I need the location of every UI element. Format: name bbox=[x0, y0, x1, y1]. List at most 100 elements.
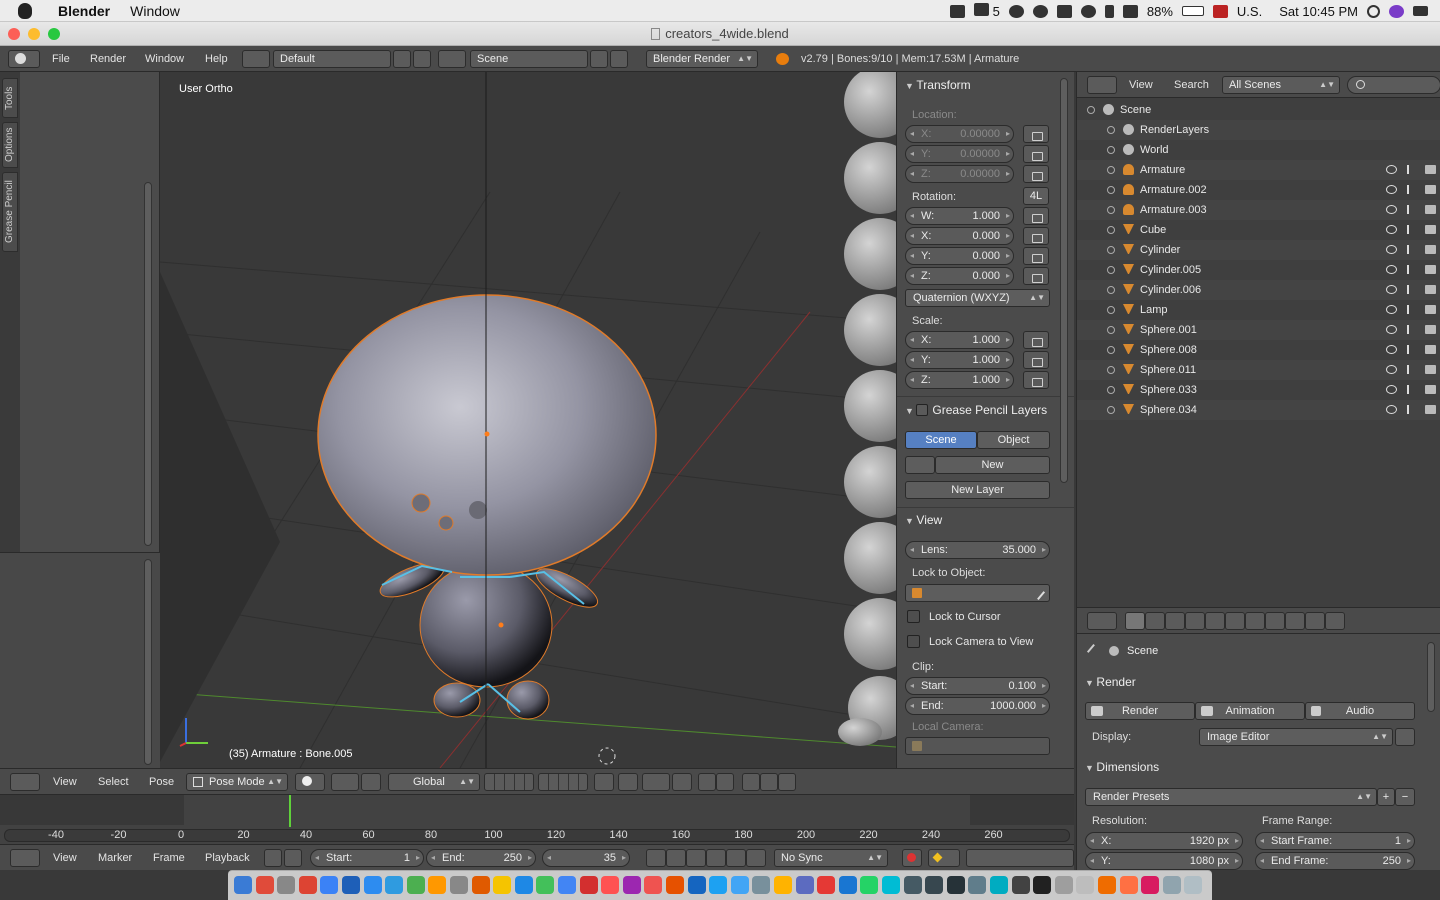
dock-app-icon[interactable] bbox=[1119, 876, 1138, 894]
display-filter-dropdown[interactable]: All Scenes ▲▼ bbox=[1222, 76, 1340, 94]
outliner-item-label[interactable]: Sphere.008 bbox=[1140, 344, 1197, 356]
render-presets-dropdown[interactable]: Render Presets ▲▼ bbox=[1085, 788, 1377, 806]
battery-icon[interactable] bbox=[1181, 6, 1204, 16]
scene-tab-icon[interactable] bbox=[1165, 612, 1185, 630]
pencil-icon[interactable] bbox=[905, 456, 935, 474]
keying-set-icon[interactable] bbox=[928, 849, 960, 867]
display-dropdown[interactable]: Image Editor ▲▼ bbox=[1199, 728, 1393, 746]
notification-center-icon[interactable] bbox=[1413, 6, 1428, 16]
visibility-eye-icon[interactable] bbox=[1386, 205, 1397, 214]
object-tab-icon[interactable] bbox=[1205, 612, 1225, 630]
visibility-eye-icon[interactable] bbox=[1386, 345, 1397, 354]
renderable-camera-icon[interactable] bbox=[1425, 405, 1436, 414]
rotation-y-field[interactable]: Y:0.000 bbox=[905, 247, 1014, 265]
paste-pose-icon[interactable] bbox=[760, 773, 778, 791]
render-engine-dropdown[interactable]: Blender Render ▲▼ bbox=[646, 50, 758, 68]
outliner-row[interactable]: World bbox=[1077, 140, 1440, 160]
editor-type-timeline[interactable] bbox=[10, 849, 40, 867]
expand-toggle-icon[interactable] bbox=[1107, 266, 1115, 274]
outliner-row[interactable]: Sphere.033 bbox=[1077, 380, 1440, 400]
pin-icon[interactable] bbox=[950, 4, 966, 18]
lock-icon[interactable] bbox=[1023, 145, 1049, 163]
outliner-item-label[interactable]: Armature.002 bbox=[1140, 184, 1207, 196]
dock-app-icon[interactable] bbox=[579, 876, 598, 894]
dock-app-icon[interactable] bbox=[234, 876, 252, 894]
expand-toggle-icon[interactable] bbox=[1107, 226, 1115, 234]
lock-to-cursor-checkbox[interactable] bbox=[907, 610, 920, 623]
layers-grid-1[interactable] bbox=[484, 773, 534, 791]
lock-icon[interactable] bbox=[1023, 351, 1049, 369]
menu-render[interactable]: Render bbox=[90, 53, 126, 65]
dock-app-icon[interactable] bbox=[320, 876, 339, 894]
lock-object-field[interactable] bbox=[905, 584, 1050, 602]
expand-toggle-icon[interactable] bbox=[1107, 246, 1115, 254]
dock-app-icon[interactable] bbox=[450, 876, 468, 894]
outliner-row[interactable]: Armature.003 bbox=[1077, 200, 1440, 220]
visibility-eye-icon[interactable] bbox=[1386, 265, 1397, 274]
new-layer-button[interactable]: New Layer bbox=[905, 481, 1050, 499]
grease-object-tab[interactable]: Object bbox=[977, 431, 1050, 449]
snap-target-icon[interactable] bbox=[672, 773, 692, 791]
dock-app-icon[interactable] bbox=[385, 876, 404, 894]
expand-toggle-icon[interactable] bbox=[1107, 326, 1115, 334]
3d-cursor[interactable] bbox=[598, 747, 616, 765]
outliner-item-label[interactable]: Cylinder bbox=[1140, 244, 1180, 256]
lock-layers-icon[interactable] bbox=[594, 773, 614, 791]
renderable-camera-icon[interactable] bbox=[1425, 345, 1436, 354]
layers-grid-2[interactable] bbox=[538, 773, 588, 791]
editor-type-outliner[interactable] bbox=[1087, 76, 1117, 94]
visibility-eye-icon[interactable] bbox=[1386, 305, 1397, 314]
expand-toggle-icon[interactable] bbox=[1107, 306, 1115, 314]
bluetooth-icon[interactable] bbox=[1104, 4, 1114, 18]
lens-field[interactable]: Lens:35.000 bbox=[905, 541, 1050, 559]
tab-options[interactable]: Options bbox=[2, 122, 18, 168]
bone-constraints-tab-icon[interactable] bbox=[1305, 612, 1325, 630]
dimensions-panel-header[interactable]: Dimensions bbox=[1085, 760, 1159, 774]
menu-select[interactable]: Select bbox=[98, 776, 129, 788]
dock-app-icon[interactable] bbox=[1011, 876, 1030, 894]
texture-tab-icon[interactable] bbox=[1325, 612, 1345, 630]
tab-tools[interactable]: Tools bbox=[2, 78, 18, 118]
clip-start-field[interactable]: Start:0.100 bbox=[905, 677, 1050, 695]
outliner-row[interactable]: Cylinder.005 bbox=[1077, 260, 1440, 280]
grease-pencil-panel-header[interactable]: Grease Pencil Layers bbox=[905, 403, 1047, 417]
lock-icon[interactable] bbox=[1023, 371, 1049, 389]
visibility-eye-icon[interactable] bbox=[1386, 285, 1397, 294]
lock-icon[interactable] bbox=[1023, 247, 1049, 265]
menu-help[interactable]: Help bbox=[205, 53, 228, 65]
outliner-item-label[interactable]: Sphere.011 bbox=[1140, 364, 1196, 376]
outliner-item-label[interactable]: Lamp bbox=[1140, 304, 1168, 316]
outliner-item-label[interactable]: Cube bbox=[1140, 224, 1166, 236]
eyedropper-icon[interactable] bbox=[1030, 585, 1046, 601]
view-panel-header[interactable]: View bbox=[905, 513, 942, 527]
renderable-camera-icon[interactable] bbox=[1425, 385, 1436, 394]
outliner-row[interactable]: Cube bbox=[1077, 220, 1440, 240]
grease-new-button[interactable]: New bbox=[935, 456, 1050, 474]
selectable-cursor-icon[interactable] bbox=[1407, 345, 1418, 354]
location-z-field[interactable]: Z:0.00000 bbox=[905, 165, 1014, 183]
selectable-cursor-icon[interactable] bbox=[1407, 225, 1418, 234]
dock-app-icon[interactable] bbox=[795, 876, 814, 894]
visibility-eye-icon[interactable] bbox=[1386, 405, 1397, 414]
pivot-point-dropdown[interactable] bbox=[331, 773, 359, 791]
render-tab-icon[interactable] bbox=[1125, 612, 1145, 630]
dock-app-icon[interactable] bbox=[298, 876, 317, 894]
outliner-item-label[interactable]: World bbox=[1140, 144, 1169, 156]
scale-z-field[interactable]: Z:1.000 bbox=[905, 371, 1014, 389]
paste-flipped-pose-icon[interactable] bbox=[778, 773, 796, 791]
visibility-eye-icon[interactable] bbox=[1386, 225, 1397, 234]
siri-icon[interactable] bbox=[1389, 4, 1404, 18]
clip-end-field[interactable]: End:1000.000 bbox=[905, 697, 1050, 715]
outliner-item-label[interactable]: Cylinder.005 bbox=[1140, 264, 1201, 276]
line-icon[interactable] bbox=[1008, 4, 1024, 18]
dock-app-icon[interactable] bbox=[1076, 876, 1095, 894]
dock-app-icon[interactable] bbox=[363, 876, 382, 894]
opengl-animation-icon[interactable] bbox=[716, 773, 734, 791]
add-layout-icon[interactable] bbox=[393, 50, 411, 68]
time-machine-icon[interactable] bbox=[1080, 4, 1096, 18]
start-frame-field[interactable]: Start Frame:1 bbox=[1255, 832, 1415, 850]
selectable-cursor-icon[interactable] bbox=[1407, 365, 1418, 374]
menu-window[interactable]: Window bbox=[145, 53, 184, 65]
add-preset-icon[interactable]: + bbox=[1377, 788, 1395, 806]
outliner-item-label[interactable]: Sphere.001 bbox=[1140, 324, 1197, 336]
